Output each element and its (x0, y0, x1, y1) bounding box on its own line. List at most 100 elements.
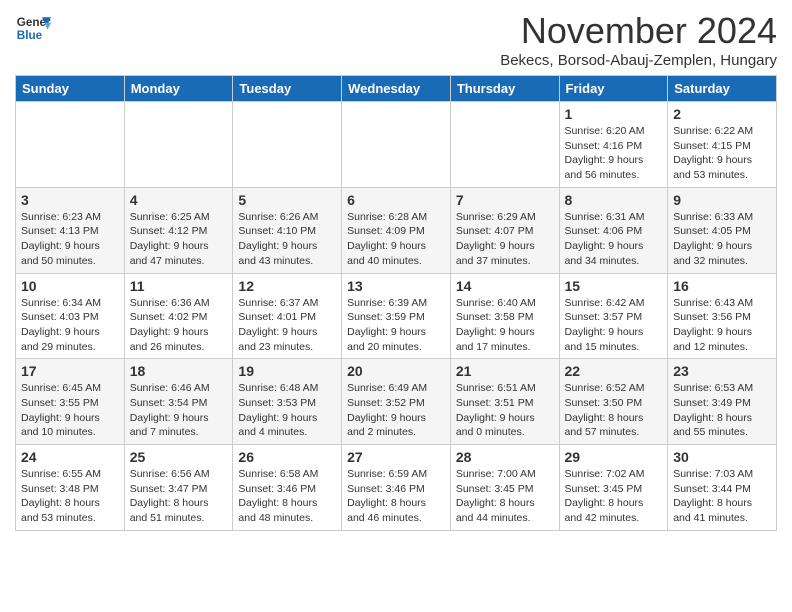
day-info: Sunrise: 6:59 AM Sunset: 3:46 PM Dayligh… (347, 467, 445, 526)
day-number: 21 (456, 363, 554, 379)
day-info: Sunrise: 7:02 AM Sunset: 3:45 PM Dayligh… (565, 467, 663, 526)
day-info: Sunrise: 6:48 AM Sunset: 3:53 PM Dayligh… (238, 381, 336, 440)
calendar-cell (124, 102, 233, 188)
calendar-cell: 3 Sunrise: 6:23 AM Sunset: 4:13 PM Daylig… (16, 187, 125, 273)
day-number: 20 (347, 363, 445, 379)
day-info: Sunrise: 6:28 AM Sunset: 4:09 PM Dayligh… (347, 210, 445, 269)
calendar-cell: 4 Sunrise: 6:25 AM Sunset: 4:12 PM Daylig… (124, 187, 233, 273)
svg-text:Blue: Blue (17, 29, 43, 42)
weekday-header-wednesday: Wednesday (342, 76, 451, 102)
day-info: Sunrise: 6:33 AM Sunset: 4:05 PM Dayligh… (673, 210, 771, 269)
calendar-cell: 7 Sunrise: 6:29 AM Sunset: 4:07 PM Daylig… (450, 187, 559, 273)
day-number: 2 (673, 106, 771, 122)
day-info: Sunrise: 6:37 AM Sunset: 4:01 PM Dayligh… (238, 296, 336, 355)
calendar-cell: 26 Sunrise: 6:58 AM Sunset: 3:46 PM Dayli… (233, 445, 342, 531)
calendar-cell: 16 Sunrise: 6:43 AM Sunset: 3:56 PM Dayli… (668, 273, 777, 359)
day-info: Sunrise: 6:52 AM Sunset: 3:50 PM Dayligh… (565, 381, 663, 440)
logo: General Blue (15, 10, 51, 46)
calendar-cell: 28Sunrise: 7:00 AM Sunset: 3:45 PM Dayli… (450, 445, 559, 531)
calendar-cell: 25 Sunrise: 6:56 AM Sunset: 3:47 PM Dayli… (124, 445, 233, 531)
calendar-cell: 12 Sunrise: 6:37 AM Sunset: 4:01 PM Dayli… (233, 273, 342, 359)
calendar-cell: 24 Sunrise: 6:55 AM Sunset: 3:48 PM Dayli… (16, 445, 125, 531)
calendar-cell: 1 Sunrise: 6:20 AM Sunset: 4:16 PM Daylig… (559, 102, 668, 188)
day-info: Sunrise: 6:25 AM Sunset: 4:12 PM Dayligh… (130, 210, 228, 269)
calendar-cell: 20 Sunrise: 6:49 AM Sunset: 3:52 PM Dayli… (342, 359, 451, 445)
day-number: 27 (347, 449, 445, 465)
day-info: Sunrise: 6:22 AM Sunset: 4:15 PM Dayligh… (673, 124, 771, 183)
day-info: Sunrise: 6:45 AM Sunset: 3:55 PM Dayligh… (21, 381, 119, 440)
day-number: 16 (673, 278, 771, 294)
day-number: 6 (347, 192, 445, 208)
day-number: 13 (347, 278, 445, 294)
calendar-cell: 30Sunrise: 7:03 AM Sunset: 3:44 PM Dayli… (668, 445, 777, 531)
day-number: 18 (130, 363, 228, 379)
weekday-header-sunday: Sunday (16, 76, 125, 102)
calendar-cell: 8 Sunrise: 6:31 AM Sunset: 4:06 PM Daylig… (559, 187, 668, 273)
month-title: November 2024 (500, 10, 777, 52)
calendar-cell: 11Sunrise: 6:36 AM Sunset: 4:02 PM Dayli… (124, 273, 233, 359)
day-info: Sunrise: 6:29 AM Sunset: 4:07 PM Dayligh… (456, 210, 554, 269)
day-number: 14 (456, 278, 554, 294)
day-number: 22 (565, 363, 663, 379)
day-info: Sunrise: 6:55 AM Sunset: 3:48 PM Dayligh… (21, 467, 119, 526)
weekday-header-saturday: Saturday (668, 76, 777, 102)
day-number: 3 (21, 192, 119, 208)
day-info: Sunrise: 6:34 AM Sunset: 4:03 PM Dayligh… (21, 296, 119, 355)
day-info: Sunrise: 6:42 AM Sunset: 3:57 PM Dayligh… (565, 296, 663, 355)
day-number: 10 (21, 278, 119, 294)
day-info: Sunrise: 6:43 AM Sunset: 3:56 PM Dayligh… (673, 296, 771, 355)
day-info: Sunrise: 6:20 AM Sunset: 4:16 PM Dayligh… (565, 124, 663, 183)
day-number: 17 (21, 363, 119, 379)
day-info: Sunrise: 6:40 AM Sunset: 3:58 PM Dayligh… (456, 296, 554, 355)
calendar-cell: 10 Sunrise: 6:34 AM Sunset: 4:03 PM Dayli… (16, 273, 125, 359)
calendar-cell: 6 Sunrise: 6:28 AM Sunset: 4:09 PM Daylig… (342, 187, 451, 273)
weekday-header-tuesday: Tuesday (233, 76, 342, 102)
calendar-cell: 15 Sunrise: 6:42 AM Sunset: 3:57 PM Dayli… (559, 273, 668, 359)
subtitle: Bekecs, Borsod-Abauj-Zemplen, Hungary (500, 52, 777, 69)
day-number: 26 (238, 449, 336, 465)
day-info: Sunrise: 6:39 AM Sunset: 3:59 PM Dayligh… (347, 296, 445, 355)
day-number: 4 (130, 192, 228, 208)
calendar-cell: 9Sunrise: 6:33 AM Sunset: 4:05 PM Daylig… (668, 187, 777, 273)
calendar-cell: 27 Sunrise: 6:59 AM Sunset: 3:46 PM Dayli… (342, 445, 451, 531)
calendar-cell: 29 Sunrise: 7:02 AM Sunset: 3:45 PM Dayli… (559, 445, 668, 531)
day-number: 19 (238, 363, 336, 379)
day-number: 24 (21, 449, 119, 465)
day-info: Sunrise: 6:46 AM Sunset: 3:54 PM Dayligh… (130, 381, 228, 440)
weekday-header-thursday: Thursday (450, 76, 559, 102)
calendar-cell: 19 Sunrise: 6:48 AM Sunset: 3:53 PM Dayli… (233, 359, 342, 445)
calendar-cell (233, 102, 342, 188)
calendar-cell: 22 Sunrise: 6:52 AM Sunset: 3:50 PM Dayli… (559, 359, 668, 445)
day-number: 12 (238, 278, 336, 294)
calendar-cell: 5Sunrise: 6:26 AM Sunset: 4:10 PM Daylig… (233, 187, 342, 273)
day-info: Sunrise: 6:51 AM Sunset: 3:51 PM Dayligh… (456, 381, 554, 440)
day-info: Sunrise: 6:56 AM Sunset: 3:47 PM Dayligh… (130, 467, 228, 526)
day-info: Sunrise: 6:58 AM Sunset: 3:46 PM Dayligh… (238, 467, 336, 526)
calendar-cell: 21 Sunrise: 6:51 AM Sunset: 3:51 PM Dayli… (450, 359, 559, 445)
weekday-header-friday: Friday (559, 76, 668, 102)
day-info: Sunrise: 6:53 AM Sunset: 3:49 PM Dayligh… (673, 381, 771, 440)
day-info: Sunrise: 6:49 AM Sunset: 3:52 PM Dayligh… (347, 381, 445, 440)
calendar: SundayMondayTuesdayWednesdayThursdayFrid… (15, 75, 777, 531)
day-info: Sunrise: 7:00 AM Sunset: 3:45 PM Dayligh… (456, 467, 554, 526)
day-number: 23 (673, 363, 771, 379)
day-info: Sunrise: 6:23 AM Sunset: 4:13 PM Dayligh… (21, 210, 119, 269)
calendar-cell: 17 Sunrise: 6:45 AM Sunset: 3:55 PM Dayli… (16, 359, 125, 445)
day-number: 8 (565, 192, 663, 208)
calendar-cell: 14 Sunrise: 6:40 AM Sunset: 3:58 PM Dayli… (450, 273, 559, 359)
calendar-cell (450, 102, 559, 188)
calendar-cell: 2 Sunrise: 6:22 AM Sunset: 4:15 PM Daylig… (668, 102, 777, 188)
calendar-cell (16, 102, 125, 188)
day-number: 29 (565, 449, 663, 465)
day-number: 15 (565, 278, 663, 294)
day-number: 25 (130, 449, 228, 465)
day-info: Sunrise: 6:26 AM Sunset: 4:10 PM Dayligh… (238, 210, 336, 269)
calendar-cell: 18 Sunrise: 6:46 AM Sunset: 3:54 PM Dayli… (124, 359, 233, 445)
day-number: 7 (456, 192, 554, 208)
weekday-header-monday: Monday (124, 76, 233, 102)
day-number: 11 (130, 278, 228, 294)
title-block: November 2024 Bekecs, Borsod-Abauj-Zempl… (500, 10, 777, 69)
day-number: 1 (565, 106, 663, 122)
day-info: Sunrise: 6:31 AM Sunset: 4:06 PM Dayligh… (565, 210, 663, 269)
calendar-cell (342, 102, 451, 188)
